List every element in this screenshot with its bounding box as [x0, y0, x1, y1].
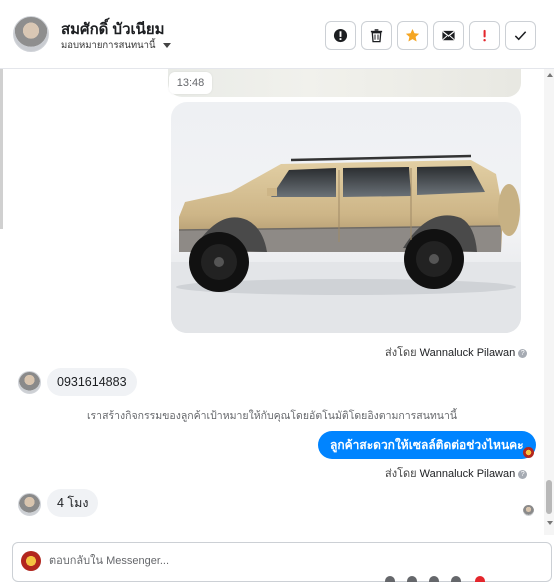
assign-conversation-dropdown[interactable]: มอบหมายการสนทนานี้	[61, 38, 171, 53]
image-icon[interactable]	[429, 576, 439, 582]
mark-done-button[interactable]	[505, 21, 536, 50]
previous-image-attachment[interactable]	[168, 69, 521, 97]
message-timestamp: 13:48	[169, 72, 212, 94]
info-icon[interactable]: ?	[518, 348, 528, 358]
sent-by-prefix: ส่งโดย	[385, 468, 417, 480]
exclamation-icon	[483, 29, 486, 42]
page-seen-indicator	[523, 447, 534, 458]
delete-button[interactable]	[361, 21, 392, 50]
star-button[interactable]	[397, 21, 428, 50]
inbox-conversation-panel: สมศักดิ์ บัวเนียม มอบหมายการสนทนานี้ 13:…	[0, 0, 554, 582]
trash-icon	[370, 29, 383, 43]
sent-by-label-2: ส่งโดย Wannaluck Pilawan?	[385, 464, 528, 482]
sent-by-label: ส่งโดย Wannaluck Pilawan?	[385, 343, 528, 361]
info-icon[interactable]: ?	[518, 469, 528, 479]
conversation-header: สมศักดิ์ บัวเนียม มอบหมายการสนทนานี้	[0, 0, 554, 69]
scrollbar-thumb[interactable]	[546, 480, 552, 514]
star-icon	[405, 28, 420, 42]
like-icon[interactable]	[475, 576, 485, 582]
outgoing-message[interactable]: ลูกค้าสะดวกให้เซลล์ติดต่อช่วงไหนคะ	[318, 431, 536, 459]
envelope-icon	[442, 30, 455, 41]
contact-avatar-small[interactable]	[18, 493, 41, 516]
contact-avatar-small[interactable]	[18, 371, 41, 394]
thread-scrollbar[interactable]	[544, 69, 554, 535]
follow-up-button[interactable]	[469, 21, 500, 50]
system-notice: เราสร้างกิจกรรมของลูกค้าเป้าหมายให้กับคุ…	[86, 410, 458, 422]
attachment-icon[interactable]	[407, 576, 417, 582]
contact-seen-indicator	[523, 505, 534, 516]
sender-name[interactable]: Wannaluck Pilawan	[420, 347, 516, 359]
incoming-message-phone[interactable]: 0931614883	[47, 368, 137, 396]
contact-avatar[interactable]	[13, 16, 49, 52]
scroll-up-arrow-icon[interactable]	[547, 73, 553, 77]
caret-down-icon	[162, 43, 171, 48]
page-logo-icon	[21, 551, 41, 571]
scroll-down-arrow-icon[interactable]	[547, 521, 553, 525]
conversation-toolbar	[325, 21, 536, 50]
suv-photo	[171, 154, 521, 333]
sent-by-prefix: ส่งโดย	[385, 347, 417, 359]
mark-unread-button[interactable]	[433, 21, 464, 50]
emoji-icon[interactable]	[385, 576, 395, 582]
car-photo-attachment[interactable]	[171, 102, 521, 333]
check-icon	[514, 31, 527, 41]
alert-circle-icon	[333, 28, 348, 43]
reply-input[interactable]	[49, 549, 529, 573]
assign-label: มอบหมายการสนทนานี้	[61, 40, 156, 51]
composer-action-icons	[385, 576, 545, 582]
incoming-message-reply[interactable]: 4 โมง	[47, 489, 99, 517]
sender-name[interactable]: Wannaluck Pilawan	[420, 468, 516, 480]
gif-icon[interactable]	[451, 576, 461, 582]
mark-spam-button[interactable]	[325, 21, 356, 50]
message-thread: 13:48 ส่งโดย Wannaluck Pilawan ? 0931614…	[0, 69, 544, 535]
